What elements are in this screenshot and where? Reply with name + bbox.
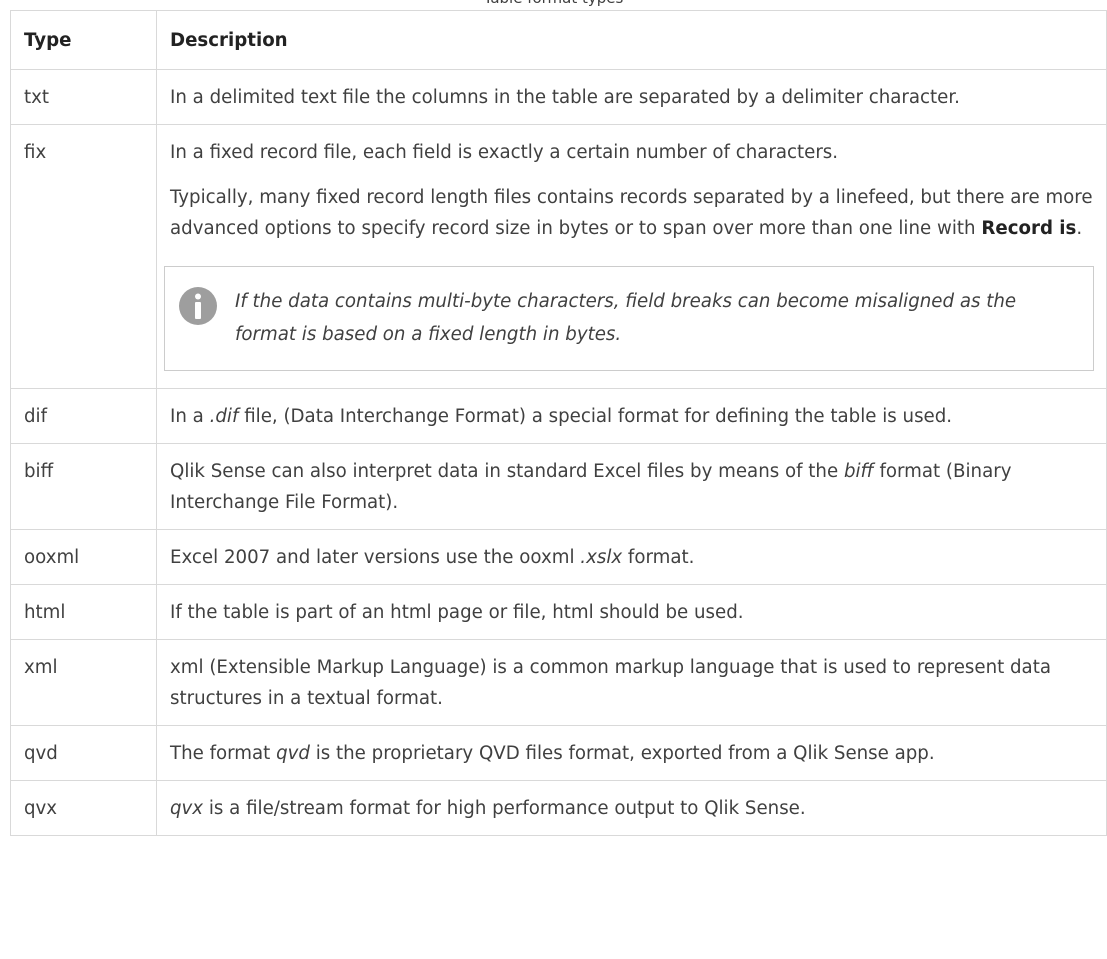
type-cell: biff xyxy=(10,443,157,530)
qvx-term: qvx xyxy=(170,798,204,819)
table-row-qvd: qvd The format qvd is the proprietary QV… xyxy=(10,725,1107,781)
table-row-fix: fix In a fixed record file, each field i… xyxy=(10,124,1107,389)
table-header-row: Type Description xyxy=(10,10,1107,70)
table-row-html: html If the table is part of an html pag… xyxy=(10,584,1107,640)
qvd-term: qvd xyxy=(276,743,310,764)
type-cell: qvd xyxy=(10,725,157,781)
description-cell: In a fixed record file, each field is ex… xyxy=(156,124,1107,389)
biff-text-pre: Qlik Sense can also interpret data in st… xyxy=(170,461,844,482)
type-cell: txt xyxy=(10,69,157,125)
table-format-types: Type Description txt In a delimited text… xyxy=(10,10,1107,836)
type-cell: fix xyxy=(10,124,157,389)
qvd-text-post: is the proprietary QVD files format, exp… xyxy=(309,743,935,764)
description-cell: xml (Extensible Markup Language) is a co… xyxy=(156,639,1107,726)
header-type: Type xyxy=(10,10,157,70)
table-row-txt: txt In a delimited text file the columns… xyxy=(10,69,1107,125)
type-cell: ooxml xyxy=(10,529,157,585)
note-box: If the data contains multi-byte characte… xyxy=(164,266,1094,371)
type-cell: dif xyxy=(10,388,157,444)
record-is-keyword: Record is xyxy=(981,218,1077,239)
type-cell: xml xyxy=(10,639,157,726)
ooxml-extension: .xslx xyxy=(580,547,623,568)
info-icon xyxy=(179,287,217,325)
description-cell: Qlik Sense can also interpret data in st… xyxy=(156,443,1107,530)
dif-text-pre: In a xyxy=(170,406,210,427)
header-description: Description xyxy=(156,10,1107,70)
biff-term: biff xyxy=(843,461,874,482)
table-row-biff: biff Qlik Sense can also interpret data … xyxy=(10,443,1107,530)
ooxml-text-pre: Excel 2007 and later versions use the oo… xyxy=(170,547,581,568)
table-caption: Table format types xyxy=(0,0,1107,8)
table-row-dif: dif In a .dif file, (Data Interchange Fo… xyxy=(10,388,1107,444)
table-row-xml: xml xml (Extensible Markup Language) is … xyxy=(10,639,1107,726)
type-cell: html xyxy=(10,584,157,640)
description-cell: Excel 2007 and later versions use the oo… xyxy=(156,529,1107,585)
table-row-qvx: qvx qvx is a file/stream format for high… xyxy=(10,780,1107,836)
description-cell: qvx is a file/stream format for high per… xyxy=(156,780,1107,836)
qvd-text-pre: The format xyxy=(170,743,277,764)
fix-paragraph-2: Typically, many fixed record length file… xyxy=(170,182,1098,244)
note-text: If the data contains multi-byte characte… xyxy=(235,291,1017,345)
description-cell: In a delimited text file the columns in … xyxy=(156,69,1107,125)
description-cell: The format qvd is the proprietary QVD fi… xyxy=(156,725,1107,781)
description-cell: In a .dif file, (Data Interchange Format… xyxy=(156,388,1107,444)
table-row-ooxml: ooxml Excel 2007 and later versions use … xyxy=(10,529,1107,585)
ooxml-text-post: format. xyxy=(622,547,695,568)
dif-extension: .dif xyxy=(209,406,239,427)
qvx-text-post: is a file/stream format for high perform… xyxy=(203,798,806,819)
type-cell: qvx xyxy=(10,780,157,836)
fix-p2-end: . xyxy=(1076,218,1083,239)
fix-paragraph-1: In a fixed record file, each field is ex… xyxy=(170,142,839,163)
fix-p2-text: Typically, many fixed record length file… xyxy=(170,187,1093,239)
description-cell: If the table is part of an html page or … xyxy=(156,584,1107,640)
dif-text-post: file, (Data Interchange Format) a specia… xyxy=(238,406,953,427)
